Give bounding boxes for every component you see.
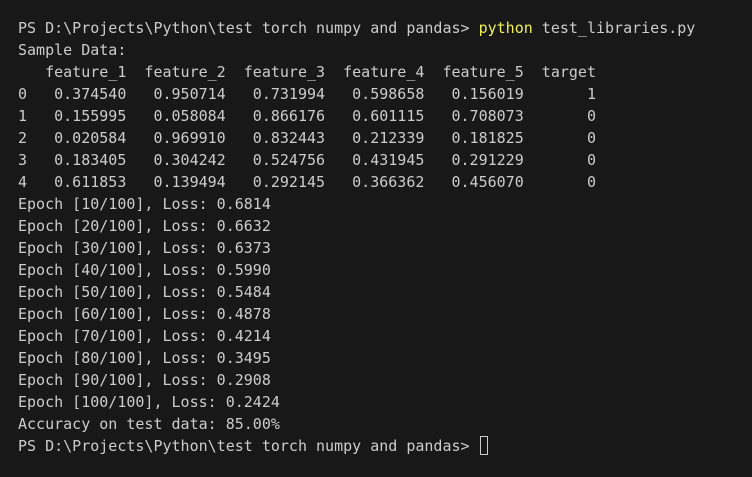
- epoch-log-line: Epoch [40/100], Loss: 0.5990: [18, 261, 271, 279]
- text-cursor: [479, 436, 488, 455]
- epoch-log-line: Epoch [30/100], Loss: 0.6373: [18, 239, 271, 257]
- epoch-log-line: Epoch [60/100], Loss: 0.4878: [18, 305, 271, 323]
- command-args: test_libraries.py: [532, 19, 696, 37]
- epoch-log-line: Epoch [20/100], Loss: 0.6632: [18, 217, 271, 235]
- terminal-panel[interactable]: PS D:\Projects\Python\test torch numpy a…: [0, 0, 752, 477]
- table-row: 4 0.611853 0.139494 0.292145 0.366362 0.…: [18, 173, 596, 191]
- sample-data-title: Sample Data:: [18, 41, 127, 59]
- epoch-log-line: Epoch [100/100], Loss: 0.2424: [18, 393, 280, 411]
- epoch-log-line: Epoch [10/100], Loss: 0.6814: [18, 195, 271, 213]
- prompt-line[interactable]: PS D:\Projects\Python\test torch numpy a…: [18, 435, 752, 457]
- epoch-log-line: Epoch [90/100], Loss: 0.2908: [18, 371, 271, 389]
- table-row: 3 0.183405 0.304242 0.524756 0.431945 0.…: [18, 151, 596, 169]
- table-row: 2 0.020584 0.969910 0.832443 0.212339 0.…: [18, 129, 596, 147]
- command-line: PS D:\Projects\Python\test torch numpy a…: [18, 17, 752, 39]
- epoch-log-line: Epoch [70/100], Loss: 0.4214: [18, 327, 271, 345]
- epoch-log-line: Epoch [50/100], Loss: 0.5484: [18, 283, 271, 301]
- table-row: 0 0.374540 0.950714 0.731994 0.598658 0.…: [18, 85, 596, 103]
- epoch-log-line: Epoch [80/100], Loss: 0.3495: [18, 349, 271, 367]
- table-header: feature_1 feature_2 feature_3 feature_4 …: [18, 63, 596, 81]
- command-name: python: [478, 19, 533, 37]
- prompt-path: PS D:\Projects\Python\test torch numpy a…: [18, 437, 479, 455]
- prompt-path: PS D:\Projects\Python\test torch numpy a…: [18, 19, 479, 37]
- accuracy-line: Accuracy on test data: 85.00%: [18, 415, 280, 433]
- table-row: 1 0.155995 0.058084 0.866176 0.601115 0.…: [18, 107, 596, 125]
